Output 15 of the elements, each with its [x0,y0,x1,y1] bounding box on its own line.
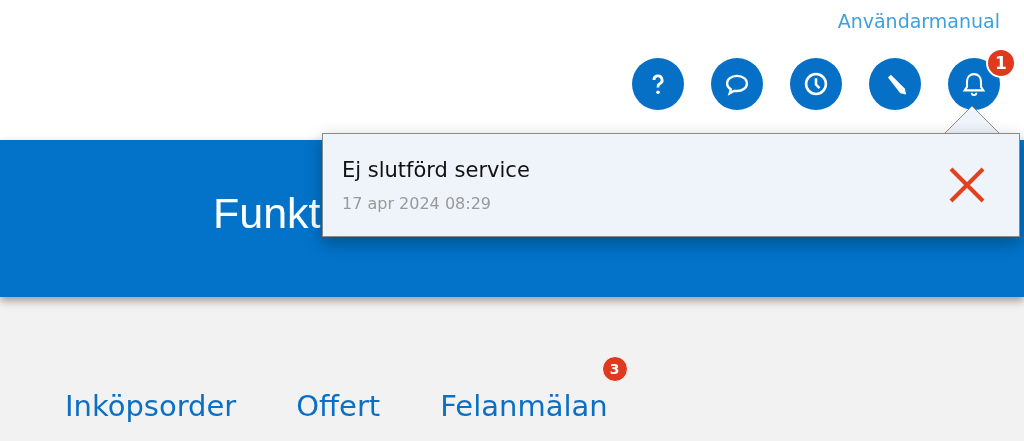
edit-button[interactable] [869,58,921,110]
nav-tab[interactable]: Offert [296,389,381,423]
count-badge: 3 [601,356,628,382]
page-title: Funkt [213,189,321,238]
history-button[interactable] [790,58,842,110]
notification-title: Ej slutförd service [342,157,531,182]
notification-time: 17 apr 2024 08:29 [342,193,492,213]
chat-button[interactable] [711,58,763,110]
close-icon[interactable] [947,165,987,205]
nav-tab[interactable]: Inköpsorder [65,389,237,423]
user-manual-link[interactable]: Användarmanual [837,10,1000,32]
clock-icon [802,70,830,98]
help-button[interactable] [632,58,684,110]
bell-icon [960,70,988,98]
notification-count-badge: 1 [986,48,1016,78]
